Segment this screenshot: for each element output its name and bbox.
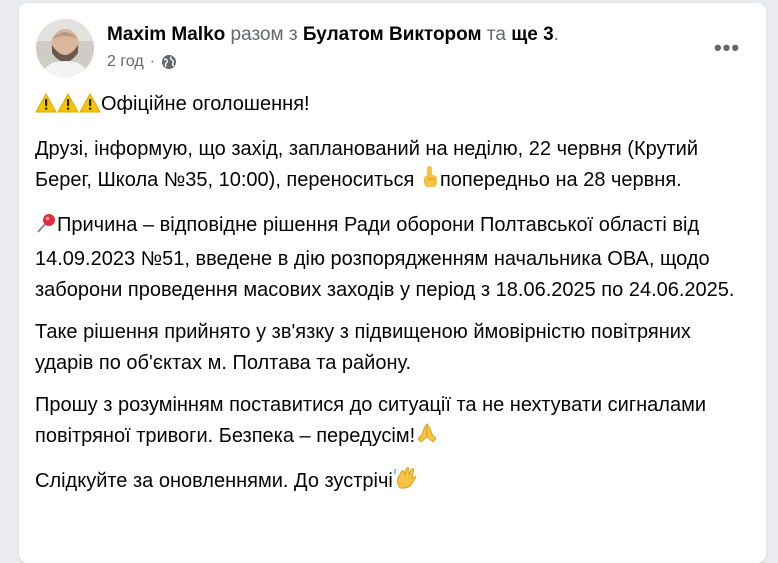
and-text: та [486, 24, 506, 45]
with-text: разом з [230, 24, 298, 45]
avatar[interactable] [36, 19, 94, 77]
post-body: Офіційне оголошення! Друзі, інформую, що… [35, 89, 747, 511]
pointing-up-icon [420, 165, 440, 199]
post-header: Maxim Malko разом з Булатом Виктором та … [107, 22, 706, 48]
paragraph-2: Друзі, інформую, що захід, запланований … [35, 134, 747, 199]
paragraph-3-text: Причина – відповідне рішення Ради оборон… [35, 214, 735, 301]
warning-icon [57, 92, 79, 123]
paragraph-2-text-after: попередньо на 28 червня. [439, 169, 682, 191]
waving-hand-icon [393, 466, 419, 500]
warning-icon [79, 92, 101, 123]
globe-icon[interactable] [161, 54, 177, 70]
paragraph-4: Таке рішення прийнято у зв'язку з підвищ… [35, 317, 747, 379]
paragraph-5: Прошу з розумінням поставитися до ситуац… [35, 390, 747, 455]
paragraph-1: Офіційне оголошення! [35, 89, 747, 123]
time-separator: · [149, 53, 156, 70]
post-meta: 2 год · [107, 53, 177, 71]
paragraph-6: Слідкуйте за оновленнями. До зустрічі [35, 466, 747, 500]
warning-icon [35, 92, 57, 123]
pushpin-icon [35, 212, 57, 244]
more-options-icon[interactable]: ••• [710, 31, 744, 65]
tagged-person[interactable]: Булатом Виктором [303, 24, 482, 45]
others-link[interactable]: ще 3 [511, 24, 553, 45]
more-options-label: ••• [713, 35, 741, 60]
folded-hands-icon [415, 421, 439, 455]
paragraph-4-text: Таке рішення прийнято у зв'язку з підвищ… [35, 321, 691, 374]
paragraph-3: Причина – відповідне рішення Ради оборон… [35, 210, 747, 306]
header-period: . [553, 24, 559, 45]
post-card: Maxim Malko разом з Булатом Виктором та … [19, 3, 766, 563]
announcement-title: Офіційне оголошення! [101, 93, 310, 115]
avatar-photo [36, 19, 94, 77]
author-name[interactable]: Maxim Malko [107, 24, 225, 45]
paragraph-5-text: Прошу з розумінням поставитися до ситуац… [35, 394, 707, 447]
paragraph-6-text: Слідкуйте за оновленнями. До зустрічі [35, 470, 393, 492]
post-time[interactable]: 2 год [107, 53, 144, 71]
